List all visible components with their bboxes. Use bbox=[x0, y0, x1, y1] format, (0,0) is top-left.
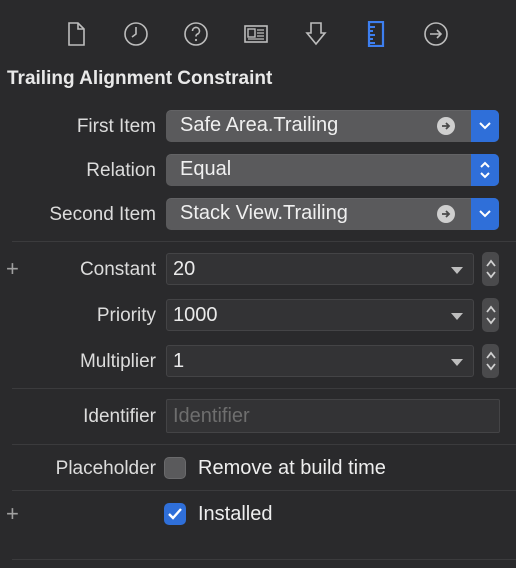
chevron-down-icon[interactable] bbox=[471, 110, 499, 142]
attributes-inspector-icon[interactable] bbox=[300, 18, 332, 50]
multiplier-label: Multiplier bbox=[79, 351, 156, 372]
go-to-arrow-icon[interactable] bbox=[437, 117, 455, 135]
divider bbox=[12, 241, 516, 242]
first-item-value: Safe Area.Trailing bbox=[180, 114, 339, 136]
checkmark-icon bbox=[168, 508, 182, 520]
second-item-row: Second Item Stack View.Trailing bbox=[0, 198, 516, 232]
priority-label: Priority bbox=[96, 305, 156, 326]
first-item-popup[interactable]: Safe Area.Trailing bbox=[166, 110, 499, 142]
relation-row: Relation Equal bbox=[0, 154, 516, 188]
installed-label[interactable]: Installed bbox=[198, 503, 273, 526]
size-inspector-icon[interactable] bbox=[360, 18, 392, 50]
first-item-label: First Item bbox=[76, 116, 156, 137]
placeholder-label: Placeholder bbox=[55, 458, 156, 479]
history-inspector-icon[interactable] bbox=[120, 18, 152, 50]
identifier-field[interactable] bbox=[166, 399, 500, 433]
dropdown-triangle-icon[interactable] bbox=[451, 267, 463, 274]
priority-field[interactable]: 1000 bbox=[166, 299, 474, 331]
dropdown-triangle-icon[interactable] bbox=[451, 313, 463, 320]
multiplier-value: 1 bbox=[173, 350, 185, 372]
relation-popup[interactable]: Equal bbox=[166, 154, 499, 186]
priority-row: Priority 1000 bbox=[0, 298, 516, 333]
connections-inspector-icon[interactable] bbox=[420, 18, 452, 50]
identity-inspector-icon[interactable] bbox=[240, 18, 272, 50]
multiplier-stepper[interactable] bbox=[482, 344, 499, 378]
dropdown-triangle-icon[interactable] bbox=[451, 359, 463, 366]
remove-at-build-time-checkbox[interactable] bbox=[164, 457, 186, 479]
divider bbox=[12, 490, 516, 491]
divider bbox=[12, 559, 516, 560]
installed-checkbox[interactable] bbox=[164, 503, 186, 525]
chevron-down-icon[interactable] bbox=[471, 198, 499, 230]
multiplier-field[interactable]: 1 bbox=[166, 345, 474, 377]
constant-label: Constant bbox=[79, 259, 156, 280]
file-inspector-icon[interactable] bbox=[60, 18, 92, 50]
divider bbox=[12, 388, 516, 389]
constant-row: Constant 20 bbox=[0, 252, 516, 287]
second-item-popup[interactable]: Stack View.Trailing bbox=[166, 198, 499, 230]
relation-value: Equal bbox=[180, 158, 232, 180]
first-item-row: First Item Safe Area.Trailing bbox=[0, 110, 516, 144]
go-to-arrow-icon[interactable] bbox=[437, 205, 455, 223]
identifier-input[interactable] bbox=[167, 400, 499, 432]
constant-field[interactable]: 20 bbox=[166, 253, 474, 285]
section-title: Trailing Alignment Constraint bbox=[7, 68, 273, 89]
relation-label: Relation bbox=[86, 160, 156, 181]
second-item-label: Second Item bbox=[49, 204, 156, 225]
quick-help-icon[interactable] bbox=[180, 18, 212, 50]
priority-stepper[interactable] bbox=[482, 298, 499, 332]
divider bbox=[12, 444, 516, 445]
add-variation-installed-button[interactable]: + bbox=[6, 501, 19, 527]
up-down-chevron-icon[interactable] bbox=[471, 154, 499, 186]
constant-stepper[interactable] bbox=[482, 252, 499, 286]
priority-value: 1000 bbox=[173, 304, 218, 326]
identifier-label: Identifier bbox=[83, 406, 156, 427]
constant-value: 20 bbox=[173, 258, 196, 280]
second-item-value: Stack View.Trailing bbox=[180, 202, 348, 224]
inspector-toolbar bbox=[0, 0, 516, 62]
remove-at-build-time-label[interactable]: Remove at build time bbox=[198, 457, 386, 480]
multiplier-row: Multiplier 1 bbox=[0, 344, 516, 379]
